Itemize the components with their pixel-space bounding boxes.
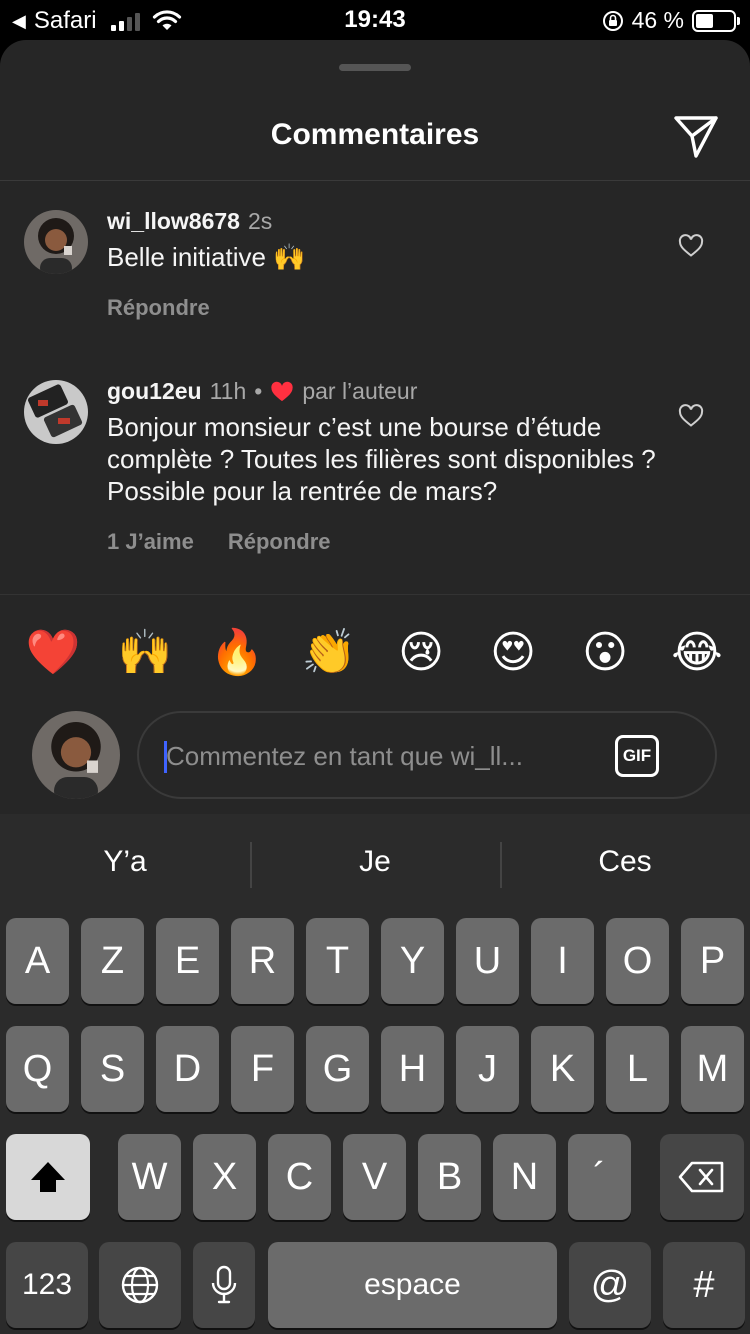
comment-actions: Répondre [107,295,667,321]
letter-key[interactable]: G [306,1026,369,1112]
comment-text: Bonjour monsieur c’est une bourse d’étud… [107,412,656,506]
letter-key[interactable]: I [531,918,594,1004]
emoji-reaction[interactable]: 🙌 [110,625,180,681]
heart-outline-icon[interactable] [678,404,704,428]
composer-avatar [32,711,120,799]
emoji-reaction-row: ❤️ 🙌 🔥 👏 😢 😍 😮 😂 [18,625,732,681]
letter-key[interactable]: ´ [568,1134,631,1220]
suggestion-3[interactable]: Ces [500,834,750,890]
comment-input[interactable]: Commentez en tant que wi_ll... GIF [137,711,717,799]
likes-count-button[interactable]: 1 J’aime [107,529,194,555]
dictation-key[interactable] [193,1242,255,1328]
emoji-reaction[interactable]: 😂 [662,625,732,681]
gif-button[interactable]: GIF [615,735,659,777]
space-key[interactable]: espace [268,1242,557,1328]
sheet-grabber[interactable] [339,64,411,71]
avatar[interactable] [24,380,88,444]
reply-button[interactable]: Répondre [228,529,331,555]
emoji-reaction[interactable]: 😍 [478,625,548,681]
letter-key[interactable]: N [493,1134,556,1220]
shift-key[interactable] [6,1134,90,1220]
letter-key[interactable]: D [156,1026,219,1112]
letter-key[interactable]: M [681,1026,744,1112]
share-send-icon[interactable] [672,112,720,160]
sheet-title: Commentaires [270,118,480,151]
comment-actions: 1 J’aime Répondre [107,529,667,555]
letter-key[interactable]: H [381,1026,444,1112]
letter-key[interactable]: X [193,1134,256,1220]
letter-key[interactable]: Q [6,1026,69,1112]
backspace-icon [678,1161,724,1193]
letter-key[interactable]: O [606,918,669,1004]
letter-key[interactable]: P [681,918,744,1004]
letter-key[interactable]: A [6,918,69,1004]
status-right: 46 % [602,7,740,34]
orientation-lock-icon [602,10,623,31]
letter-key[interactable]: F [231,1026,294,1112]
emoji-reaction[interactable]: 😢 [386,625,456,681]
comment-text: Belle initiative 🙌 [107,242,306,272]
emoji-reaction[interactable]: 😮 [570,625,640,681]
emoji-reaction[interactable]: 🔥 [202,625,272,681]
shift-arrow-icon [31,1162,65,1192]
letter-key[interactable]: K [531,1026,594,1112]
letter-key[interactable]: U [456,918,519,1004]
comment-username[interactable]: gou12eu [107,378,202,405]
letter-key[interactable]: L [606,1026,669,1112]
suggestion-2[interactable]: Je [250,834,500,890]
comment-header: gou12eu 11h • par l’auteur [107,378,667,405]
at-key[interactable]: @ [569,1242,651,1328]
microphone-icon [211,1265,237,1304]
letter-key[interactable]: J [456,1026,519,1112]
comment-username[interactable]: wi_llow8678 [107,208,240,235]
comment-body: wi_llow8678 2s Belle initiative 🙌 Répond… [107,208,667,321]
letter-key[interactable]: S [81,1026,144,1112]
comment-header: wi_llow8678 2s [107,208,667,235]
hash-key[interactable]: # [663,1242,745,1328]
liked-by-author-label: par l’auteur [302,378,418,404]
heart-outline-icon[interactable] [678,234,704,258]
letter-key[interactable]: R [231,918,294,1004]
letter-key[interactable]: V [343,1134,406,1220]
suggestion-1[interactable]: Y’a [0,834,250,890]
emoji-reaction[interactable]: 👏 [294,625,364,681]
comments-sheet: Commentaires wi_llow8678 2s Belle initia… [0,40,750,814]
comment-time: 11h [209,378,247,404]
letter-key[interactable]: W [118,1134,181,1220]
text-caret [164,741,167,773]
meta-separator: • [254,378,263,404]
backspace-key[interactable] [660,1134,744,1220]
reply-button[interactable]: Répondre [107,295,210,321]
letter-key[interactable]: C [268,1134,331,1220]
comment-input-placeholder: Commentez en tant que wi_ll... [166,741,523,771]
avatar[interactable] [24,210,88,274]
globe-key[interactable] [99,1242,181,1328]
battery-percent: 46 % [631,7,684,33]
letter-key[interactable]: E [156,918,219,1004]
numbers-key[interactable]: 123 [6,1242,88,1328]
header-divider [0,180,750,181]
reaction-composer-bar: ❤️ 🙌 🔥 👏 😢 😍 😮 😂 Commentez en tant que wi_ll...… [0,594,750,814]
letter-key[interactable]: Y [381,918,444,1004]
letter-key[interactable]: Z [81,918,144,1004]
letter-key[interactable]: T [306,918,369,1004]
emoji-reaction[interactable]: ❤️ [18,625,88,681]
heart-filled-icon [271,381,293,401]
predictive-suggestions: Y’a Je Ces [0,834,750,890]
battery-level [696,13,713,28]
globe-icon [121,1266,159,1304]
status-bar: ◀ Safari 19:43 46 % [0,0,750,40]
battery-icon [692,9,740,32]
comment-body: gou12eu 11h • par l’auteur Bonjour monsi… [107,378,667,555]
letter-key[interactable]: B [418,1134,481,1220]
keyboard: Y’a Je Ces A Z E R T Y U I O P Q S D F G H J K L M W X C V B N ´ 1… [0,814,750,1334]
comment-time: 2s [247,208,273,234]
